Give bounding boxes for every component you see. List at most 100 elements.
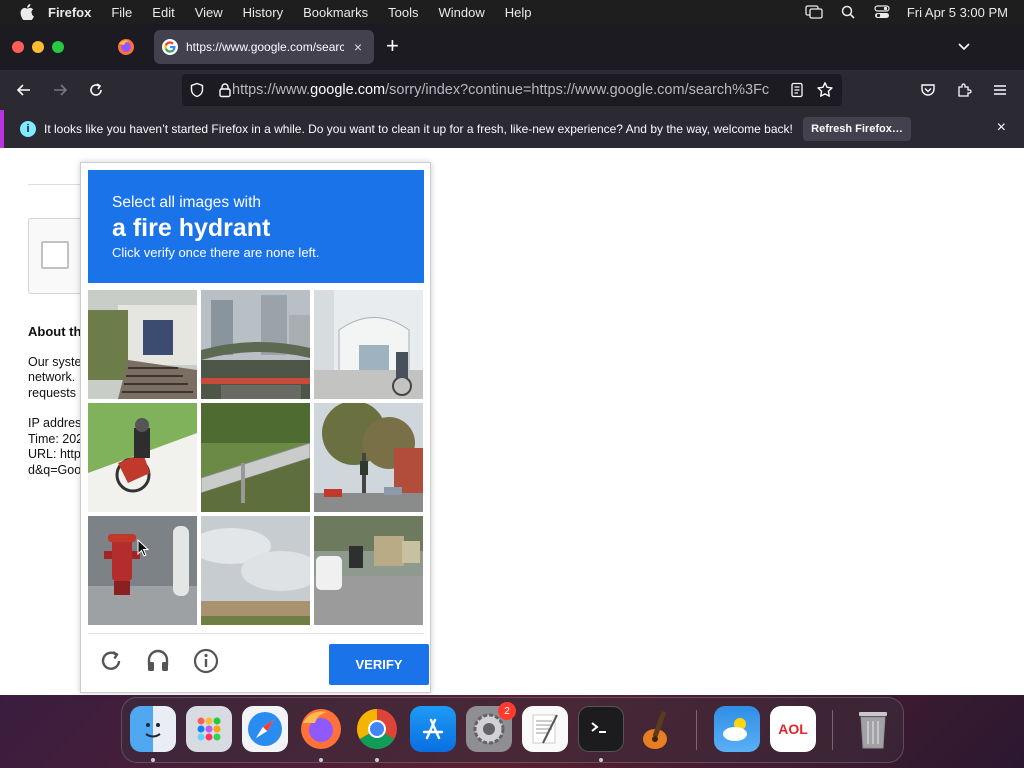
screen-mirroring-icon[interactable] (805, 5, 823, 19)
challenge-hint: Click verify once there are none left. (112, 245, 320, 260)
url-host: google.com (310, 82, 386, 98)
image-tile[interactable] (201, 403, 310, 512)
hamburger-menu-icon[interactable] (990, 80, 1010, 100)
recaptcha-anchor-box (28, 218, 88, 294)
refresh-firefox-button[interactable]: Refresh Firefox… (803, 117, 911, 141)
menu-file[interactable]: File (111, 5, 132, 20)
mouse-cursor-icon (137, 538, 150, 557)
firefox-view-icon[interactable] (117, 38, 135, 56)
ip-info-line: URL: http (28, 447, 81, 461)
dock-separator (832, 710, 833, 750)
lock-icon[interactable] (216, 81, 234, 99)
image-tile[interactable] (201, 516, 310, 625)
maximize-window-button[interactable] (52, 41, 64, 53)
chrome-running-indicator (375, 758, 379, 762)
image-tile[interactable] (314, 290, 423, 399)
finder-running-indicator (151, 758, 155, 762)
recaptcha-checkbox[interactable] (41, 241, 69, 269)
ip-info-line: Time: 202 (28, 432, 83, 446)
page-text-line: requests (28, 386, 76, 400)
pocket-icon[interactable] (918, 80, 938, 100)
refresh-firefox-notification: i It looks like you haven’t started Fire… (0, 110, 1024, 148)
window-controls (12, 41, 72, 53)
challenge-footer: VERIFY (88, 633, 429, 685)
ip-info-line: IP addres (28, 416, 82, 430)
trash-icon[interactable] (850, 706, 896, 752)
menu-bar-clock[interactable]: Fri Apr 5 3:00 PM (907, 5, 1008, 20)
bookmark-star-icon[interactable] (816, 81, 834, 99)
audio-challenge-headphones-icon[interactable] (145, 648, 171, 674)
launchpad-icon[interactable] (186, 706, 232, 752)
menu-window[interactable]: Window (439, 5, 485, 20)
navigation-toolbar: https://www.google.com/sorry/index?conti… (0, 70, 1024, 110)
textedit-icon[interactable] (522, 706, 568, 752)
image-tile[interactable] (314, 516, 423, 625)
reload-icon[interactable] (86, 80, 106, 100)
recaptcha-challenge: Select all images with a fire hydrant Cl… (80, 162, 431, 693)
image-tile[interactable] (88, 290, 197, 399)
google-favicon-icon (162, 39, 178, 55)
dock-separator (696, 710, 697, 750)
back-arrow-icon[interactable] (14, 80, 34, 100)
close-window-button[interactable] (12, 41, 24, 53)
menu-bookmarks[interactable]: Bookmarks (303, 5, 368, 20)
aol-logo-text: AOL (778, 721, 808, 737)
notification-message: It looks like you haven’t started Firefo… (44, 122, 793, 136)
about-heading: About th (28, 324, 82, 339)
ip-info-line: d&q=Goo (28, 463, 82, 477)
url-text: https://www.google.com/sorry/index?conti… (232, 82, 832, 98)
apple-logo-icon[interactable] (20, 4, 34, 20)
aol-icon[interactable]: AOL (770, 706, 816, 752)
reader-view-icon[interactable] (788, 81, 806, 99)
tab-google-search[interactable]: https://www.google.com/search? × (154, 30, 374, 64)
image-tile[interactable] (88, 403, 197, 512)
list-all-tabs-chevron-icon[interactable] (956, 38, 972, 54)
extensions-puzzle-icon[interactable] (954, 80, 974, 100)
reload-challenge-icon[interactable] (98, 648, 124, 674)
tab-bar: https://www.google.com/search? × + (0, 24, 1024, 70)
menu-app-firefox[interactable]: Firefox (48, 5, 91, 20)
image-tile[interactable] (88, 516, 197, 625)
menu-tools[interactable]: Tools (388, 5, 418, 20)
page-text-line: Our syste (28, 355, 82, 369)
help-info-icon[interactable] (193, 648, 219, 674)
menu-edit[interactable]: Edit (152, 5, 174, 20)
finder-icon[interactable] (130, 706, 176, 752)
firefox-running-indicator (319, 758, 323, 762)
close-tab-button[interactable]: × (350, 39, 366, 55)
close-notification-button[interactable]: × (997, 120, 1006, 136)
macos-dock: 2 AOL (121, 697, 904, 763)
challenge-header: Select all images with a fire hydrant Cl… (88, 170, 424, 283)
control-center-icon[interactable] (873, 5, 891, 19)
url-prefix: https://www. (232, 82, 311, 98)
challenge-instruction: Select all images with (112, 194, 262, 211)
image-tile[interactable] (201, 290, 310, 399)
firefox-dock-icon[interactable] (298, 706, 344, 752)
page-text-line: network. (28, 370, 76, 384)
forward-arrow-icon[interactable] (50, 80, 70, 100)
image-tile[interactable] (314, 403, 423, 512)
menu-history[interactable]: History (243, 5, 283, 20)
verify-button[interactable]: VERIFY (329, 644, 429, 685)
address-bar[interactable]: https://www.google.com/sorry/index?conti… (182, 74, 842, 106)
terminal-running-indicator (599, 758, 603, 762)
garageband-icon[interactable] (634, 706, 680, 752)
info-icon: i (20, 121, 36, 137)
spotlight-search-icon[interactable] (839, 5, 857, 19)
menu-help[interactable]: Help (505, 5, 532, 20)
minimize-window-button[interactable] (32, 41, 44, 53)
chrome-icon[interactable] (354, 706, 400, 752)
settings-notification-badge: 2 (498, 702, 516, 720)
safari-icon[interactable] (242, 706, 288, 752)
new-tab-button[interactable]: + (386, 35, 399, 57)
url-path: /sorry/index?continue=https://www.google… (385, 82, 770, 98)
page-divider (28, 184, 88, 185)
app-store-icon[interactable] (410, 706, 456, 752)
tracking-protection-shield-icon[interactable] (188, 81, 206, 99)
system-settings-icon[interactable]: 2 (466, 702, 516, 752)
menu-view[interactable]: View (195, 5, 223, 20)
weather-icon[interactable] (714, 706, 760, 752)
challenge-target: a fire hydrant (112, 214, 271, 242)
terminal-icon[interactable] (578, 706, 624, 752)
image-grid (88, 290, 424, 626)
